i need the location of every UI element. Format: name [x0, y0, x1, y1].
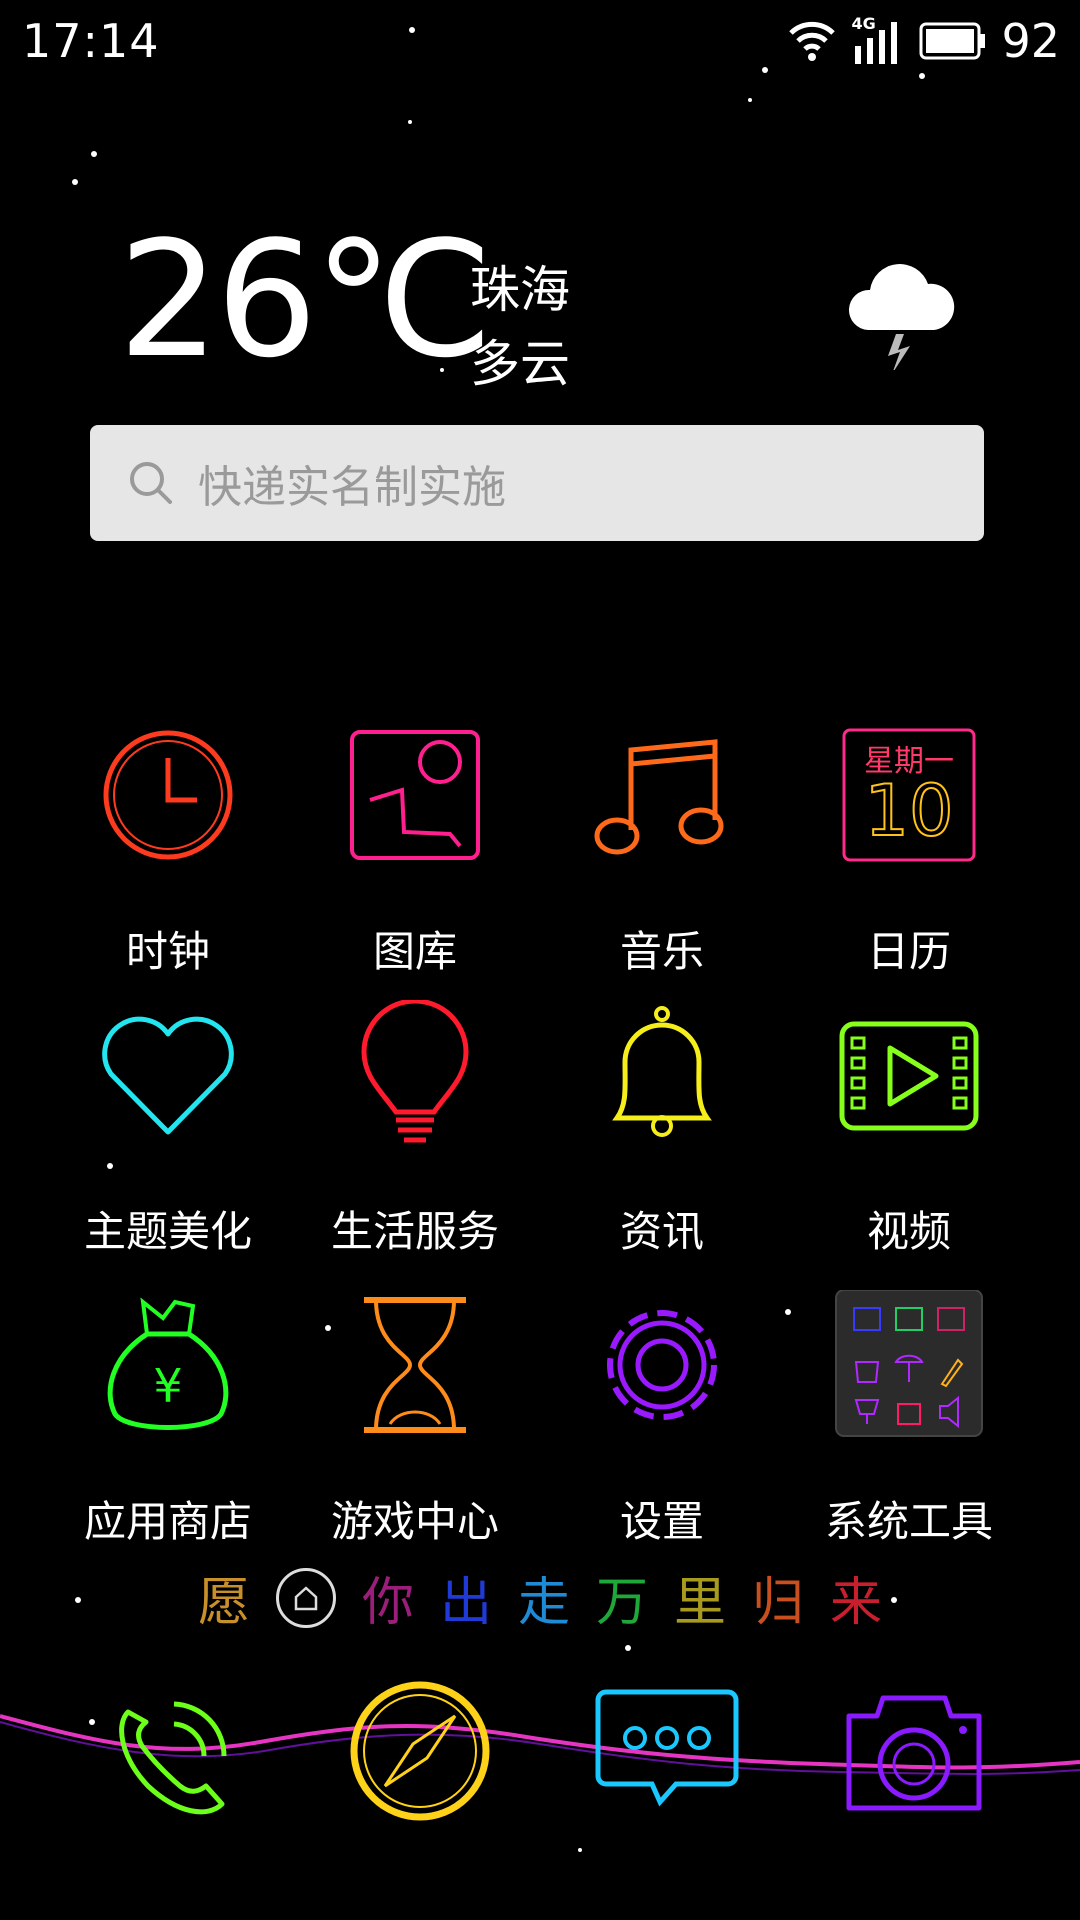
app-label: 日历 [866, 927, 951, 976]
slogan-char: 出 [439, 1573, 492, 1633]
search-bar[interactable]: 快递实名制实施 [90, 425, 984, 541]
app-label: 应用商店 [83, 1497, 252, 1546]
calendar-day: 10 [863, 769, 954, 853]
app-system-tools[interactable]: 系统工具 [789, 1290, 1029, 1549]
status-icons: 4G 92 [787, 14, 1060, 68]
app-label: 设置 [619, 1497, 704, 1546]
app-news[interactable]: 资讯 [542, 1000, 782, 1259]
signal-icon: 4G [851, 14, 905, 64]
app-settings[interactable]: 设置 [542, 1290, 782, 1549]
slogan-char: 愿 [197, 1573, 250, 1633]
gallery-icon [350, 730, 480, 860]
calendar-icon: 星期一 10 [834, 720, 984, 870]
app-label: 音乐 [619, 927, 704, 976]
app-store[interactable]: ¥ 应用商店 [48, 1290, 288, 1549]
slogan-char: 归 [752, 1573, 805, 1633]
app-label: 视频 [866, 1207, 951, 1256]
app-label: 时钟 [125, 927, 210, 976]
search-icon [128, 460, 174, 506]
slogan-char: 万 [596, 1573, 649, 1633]
svg-text:¥: ¥ [153, 1359, 182, 1413]
battery-icon [919, 22, 986, 60]
app-game-center[interactable]: 游戏中心 [295, 1290, 535, 1549]
bell-icon [612, 1006, 712, 1137]
compass-icon[interactable] [345, 1676, 495, 1826]
app-label: 生活服务 [330, 1207, 499, 1256]
weather-city[interactable]: 珠海 [470, 250, 570, 322]
clock-icon [103, 730, 233, 860]
app-clock[interactable]: 时钟 [48, 720, 288, 979]
app-calendar[interactable]: 星期一 10 日历 [789, 720, 1029, 979]
weather-temperature[interactable]: 26℃ [118, 220, 493, 380]
gear-icon [607, 1310, 717, 1420]
home-page-indicator[interactable] [275, 1567, 336, 1628]
app-themes[interactable]: 主题美化 [48, 1000, 288, 1259]
music-note-icon [594, 739, 724, 855]
hourglass-icon [364, 1297, 466, 1433]
heart-icon [102, 1016, 234, 1135]
slogan-char: 里 [674, 1573, 727, 1633]
lightbulb-icon [361, 1000, 469, 1143]
home-icon [294, 1585, 318, 1610]
status-time: 17:14 [22, 14, 160, 68]
app-label: 游戏中心 [330, 1497, 499, 1546]
app-label: 系统工具 [824, 1497, 993, 1546]
weather-condition[interactable]: 多云 [470, 324, 570, 396]
phone-icon[interactable] [98, 1676, 248, 1826]
app-life-services[interactable]: 生活服务 [295, 1000, 535, 1259]
video-play-icon [839, 1021, 979, 1131]
app-music[interactable]: 音乐 [542, 720, 782, 979]
slogan: 愿 你 出 走 万 里 归 来 [0, 1560, 1080, 1635]
battery-percent: 92 [1001, 14, 1060, 68]
search-placeholder: 快递实名制实施 [198, 462, 506, 513]
app-video[interactable]: 视频 [789, 1000, 1029, 1259]
slogan-char: 走 [517, 1573, 570, 1633]
app-gallery[interactable]: 图库 [295, 720, 535, 979]
camera-icon[interactable] [839, 1676, 989, 1826]
app-label: 资讯 [619, 1207, 704, 1256]
app-label: 主题美化 [83, 1207, 252, 1256]
slogan-char: 你 [361, 1573, 414, 1633]
money-bag-icon: ¥ [107, 1297, 229, 1430]
wifi-icon [789, 21, 836, 61]
app-label: 图库 [372, 927, 457, 976]
thunder-cloud-icon[interactable] [846, 250, 956, 370]
slogan-char: 来 [830, 1573, 883, 1633]
tools-folder-icon [835, 1290, 983, 1437]
messages-icon[interactable] [592, 1676, 742, 1826]
